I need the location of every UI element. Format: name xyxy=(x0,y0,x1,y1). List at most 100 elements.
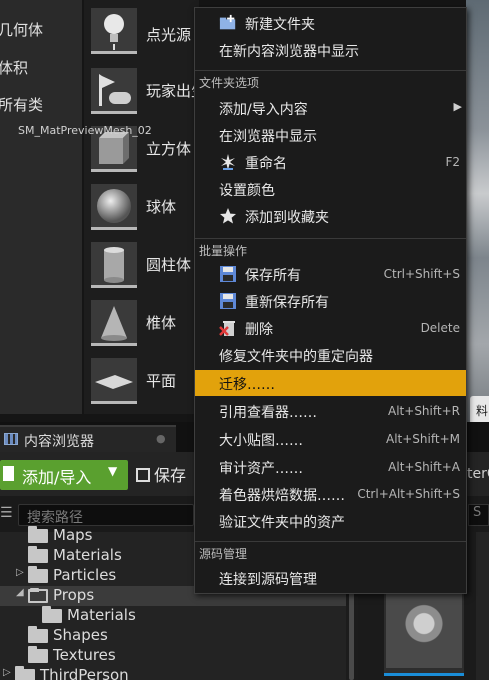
sphere-icon xyxy=(91,184,137,230)
cylinder-icon xyxy=(91,242,137,288)
player-start-icon xyxy=(91,68,137,114)
add-import-label: 添加/导入 xyxy=(22,468,92,487)
menu-item-label: 在浏览器中显示 xyxy=(219,129,317,145)
folder-icon xyxy=(28,626,48,643)
close-icon[interactable]: ● xyxy=(156,432,166,445)
tree-row-label: Shapes xyxy=(53,626,108,644)
menu-item-show-in-explorer[interactable]: 在浏览器中显示 xyxy=(195,122,466,148)
folder-icon xyxy=(28,526,48,543)
add-import-button[interactable]: 添加/导入 ▼ xyxy=(0,460,128,490)
menu-item-label: 添加到收藏夹 xyxy=(245,210,329,226)
place-item-plane[interactable]: 平面 xyxy=(84,352,199,410)
menu-item-label: 重新保存所有 xyxy=(245,295,329,311)
menu-item-size-map[interactable]: 大小贴图…… Alt+Shift+M xyxy=(195,426,466,452)
asset-search-input[interactable]: S xyxy=(468,504,489,526)
menu-item-set-color[interactable]: 设置颜色 xyxy=(195,176,466,202)
folder-icon xyxy=(28,546,48,563)
section-header-bulk-operations: 批量操作 xyxy=(195,238,466,258)
menu-item-show-in-new-browser[interactable]: 在新内容浏览器中显示 xyxy=(195,37,466,63)
tree-row-label: Particles xyxy=(53,566,117,584)
folder-icon xyxy=(42,606,62,623)
menu-item-audit-assets[interactable]: 审计资产…… Alt+Shift+A xyxy=(195,454,466,480)
place-item-point-light[interactable]: 点光源 xyxy=(84,4,199,62)
place-item-label: 点光源 xyxy=(146,26,192,44)
menu-item-migrate[interactable]: 迁移…… xyxy=(195,370,466,396)
menu-item-shader-cook-stats[interactable]: 着色器烘焙数据…… Ctrl+Alt+Shift+S xyxy=(195,481,466,507)
menu-item-label: 新建文件夹 xyxy=(245,17,315,33)
menu-item-resave-all[interactable]: 重新保存所有 xyxy=(195,288,466,314)
menu-item-label: 重命名 xyxy=(245,156,287,172)
menu-item-fix-up-redirectors[interactable]: 修复文件夹中的重定向器 xyxy=(195,342,466,368)
place-item-cone[interactable]: 椎体 xyxy=(84,294,199,352)
place-item-label: 立方体 xyxy=(146,140,192,158)
menu-item-add-to-favorites[interactable]: 添加到收藏夹 xyxy=(195,203,466,229)
save-icon xyxy=(136,468,150,482)
menu-item-label: 设置颜色 xyxy=(219,183,275,199)
asset-name-label: SM_MatPreviewMesh_02 xyxy=(18,124,152,137)
cone-icon xyxy=(91,300,137,346)
plane-icon xyxy=(91,358,137,404)
place-item-label: 球体 xyxy=(146,198,177,216)
folder-open-icon xyxy=(28,588,48,603)
place-item-label: 平面 xyxy=(146,372,177,390)
place-item-cylinder[interactable]: 圆柱体 xyxy=(84,236,199,294)
category-item-geometry[interactable]: 几何体 xyxy=(0,19,43,40)
menu-item-reference-viewer[interactable]: 引用查看器…… Alt+Shift+R xyxy=(195,398,466,424)
category-item-all-classes[interactable]: 所有类 xyxy=(0,94,43,115)
category-item-volumes[interactable]: 体积 xyxy=(0,57,28,78)
rename-icon xyxy=(221,154,235,170)
menu-item-rename[interactable]: 重命名 F2 xyxy=(195,149,466,175)
menu-item-connect-source-control[interactable]: 连接到源码管理 xyxy=(195,565,466,591)
tab-content-browser[interactable]: 内容浏览器 ● xyxy=(0,425,176,452)
tree-row-label: ThirdPerson xyxy=(40,666,129,680)
menu-item-new-folder[interactable]: 新建文件夹 xyxy=(195,10,466,36)
menu-item-delete[interactable]: 删除 Delete xyxy=(195,315,466,341)
tree-row-label: Materials xyxy=(67,606,136,624)
level-viewport[interactable] xyxy=(466,0,489,430)
tree-row-props-materials[interactable]: Materials xyxy=(0,606,346,626)
menu-item-label: 删除 xyxy=(245,322,273,338)
menu-item-validate-assets[interactable]: 验证文件夹中的资产 xyxy=(195,508,466,534)
tree-row-label: Maps xyxy=(53,526,93,544)
section-header-folder-options: 文件夹选项 xyxy=(195,70,466,90)
chevron-right-icon[interactable]: ▷ xyxy=(16,567,24,578)
document-icon xyxy=(3,466,14,481)
place-item-label: 圆柱体 xyxy=(146,256,192,274)
save-icon xyxy=(220,293,236,309)
chevron-right-icon[interactable]: ▷ xyxy=(3,667,11,678)
static-mesh-thumbnail xyxy=(386,594,462,668)
sources-panel-toggle-icon[interactable]: ☰ xyxy=(0,505,18,523)
point-light-icon xyxy=(91,8,137,54)
menu-item-add-import-content[interactable]: 添加/导入内容 ▶ xyxy=(195,95,466,121)
menu-item-label: 大小贴图…… xyxy=(219,433,303,449)
asset-tile[interactable] xyxy=(384,592,464,676)
place-item-label: 椎体 xyxy=(146,314,177,332)
menu-item-label: 在新内容浏览器中显示 xyxy=(219,44,359,60)
menu-item-label: 着色器烘焙数据…… xyxy=(219,488,345,504)
shortcut-label: Alt+Shift+R xyxy=(388,404,460,418)
chevron-down-icon[interactable]: ◢ xyxy=(16,587,24,598)
shortcut-label: Alt+Shift+M xyxy=(386,432,460,446)
shortcut-label: Delete xyxy=(420,321,460,335)
search-paths-input[interactable]: 搜索路径 xyxy=(18,504,194,526)
tree-row-shapes[interactable]: Shapes xyxy=(0,626,346,646)
content-browser-icon xyxy=(4,433,18,445)
menu-item-label: 引用查看器…… xyxy=(219,405,317,421)
tree-row-label: Props xyxy=(53,586,95,604)
shortcut-label: Ctrl+Alt+Shift+S xyxy=(357,487,460,501)
place-item-player-start[interactable]: 玩家出生点 xyxy=(84,62,221,120)
asset-view-scrollbar[interactable] xyxy=(476,532,489,680)
tree-row-thirdperson[interactable]: ▷ ThirdPerson xyxy=(0,666,346,680)
category-list: 几何体 体积 所有类 xyxy=(0,0,82,414)
shortcut-label: F2 xyxy=(445,155,460,169)
menu-item-save-all[interactable]: 保存所有 Ctrl+Shift+S xyxy=(195,261,466,287)
submenu-arrow-icon: ▶ xyxy=(453,100,462,113)
place-item-sphere[interactable]: 球体 xyxy=(84,178,199,236)
filters-tag[interactable]: terC xyxy=(467,466,489,482)
save-all-button[interactable]: 保存 xyxy=(136,462,186,486)
save-label: 保存 xyxy=(154,466,187,485)
tree-row-textures[interactable]: Textures xyxy=(0,646,346,666)
delete-icon xyxy=(219,321,235,336)
menu-item-label: 保存所有 xyxy=(245,268,301,284)
folder-icon xyxy=(28,646,48,663)
